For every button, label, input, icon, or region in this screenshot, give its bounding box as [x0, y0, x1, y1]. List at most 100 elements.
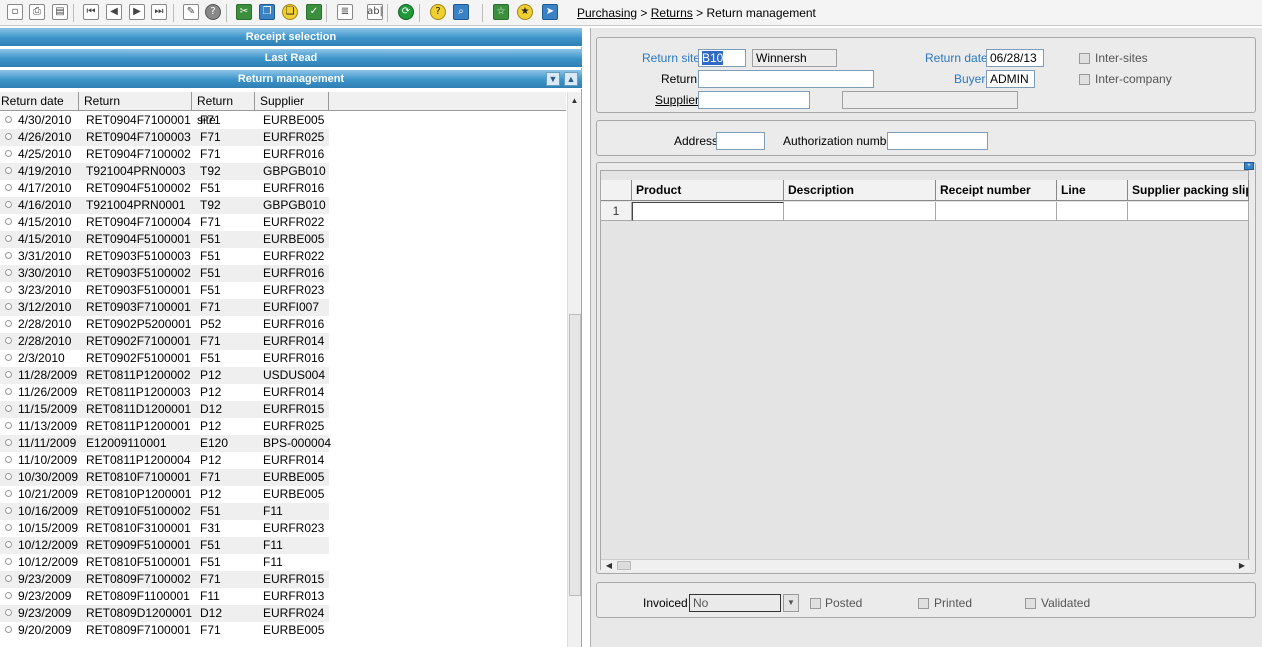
print-preview-icon-glyph: ▤ [52, 4, 68, 20]
supplier-field[interactable] [698, 91, 810, 109]
column-header-supplier[interactable]: Supplier [259, 92, 329, 111]
supplier-label[interactable]: Supplier [655, 93, 699, 107]
column-header-return[interactable]: Return [83, 92, 192, 111]
authorization-number-field[interactable] [887, 132, 988, 150]
first-record-icon[interactable]: ⏮ [81, 2, 101, 22]
collapse-down-icon[interactable]: ▼ [546, 72, 560, 86]
table-row[interactable]: 4/19/2010 T921004PRN0003 T92 GBPGB010 [0, 163, 329, 180]
table-row[interactable]: 4/16/2010 T921004PRN0001 T92 GBPGB010 [0, 197, 329, 214]
return-date-field[interactable]: 06/28/13 [986, 49, 1044, 67]
table-row[interactable]: 11/10/2009 RET0811P1200004 P12 EURFR014 [0, 452, 329, 469]
invoiced-select[interactable]: No [689, 594, 781, 612]
row-number-header [601, 180, 632, 201]
buyer-field[interactable]: ADMIN [986, 70, 1035, 88]
receipt-selection-bar[interactable]: Receipt selection [0, 28, 582, 47]
last-read-bar[interactable]: Last Read [0, 49, 582, 68]
scrollbar-thumb[interactable] [569, 314, 581, 596]
next-record-icon[interactable]: ▶ [127, 2, 147, 22]
column-header-description[interactable]: Description [784, 180, 936, 201]
scroll-left-icon[interactable]: ◀ [603, 560, 615, 571]
validated-checkbox[interactable] [1025, 598, 1036, 609]
detail-grid-scrollbar[interactable]: ◀ ▶ [601, 559, 1250, 571]
printed-checkbox[interactable] [918, 598, 929, 609]
print-icon[interactable]: ⎙ [27, 2, 47, 22]
column-header-receipt-number[interactable]: Receipt number [936, 180, 1057, 201]
inter-sites-checkbox[interactable] [1079, 53, 1090, 64]
table-row[interactable]: 2/3/2010 RET0902F5100001 F51 EURFR016 [0, 350, 329, 367]
table-row[interactable]: 10/15/2009 RET0810F3100001 F31 EURFR023 [0, 520, 329, 537]
list-icon[interactable]: ≣ [335, 2, 355, 22]
print-preview-icon[interactable]: ▤ [50, 2, 70, 22]
table-row[interactable]: 9/20/2009 RET0809F7100001 F71 EURBE005 [0, 622, 329, 639]
table-row[interactable]: 3/30/2010 RET0903F5100002 F51 EURFR016 [0, 265, 329, 282]
table-row[interactable]: 10/21/2009 RET0810P1200001 P12 EURBE005 [0, 486, 329, 503]
table-row[interactable]: 3/23/2010 RET0903F5100001 F51 EURFR023 [0, 282, 329, 299]
posted-checkbox[interactable] [810, 598, 821, 609]
table-row[interactable]: 11/28/2009 RET0811P1200002 P12 USDUS004 [0, 367, 329, 384]
table-row[interactable]: 11/15/2009 RET0811D1200001 D12 EURFR015 [0, 401, 329, 418]
breadcrumb-returns-link[interactable]: Returns [651, 6, 693, 20]
table-row[interactable]: 4/17/2010 RET0904F5100002 F51 EURFR016 [0, 180, 329, 197]
table-row[interactable]: 9/23/2009 RET0809F7100002 F71 EURFR015 [0, 571, 329, 588]
last-record-icon[interactable]: ⏭ [149, 2, 169, 22]
collapse-up-icon[interactable]: ▲ [564, 72, 578, 86]
table-row[interactable]: 4/26/2010 RET0904F7100003 F71 EURFR025 [0, 129, 329, 146]
inter-company-checkbox[interactable] [1079, 74, 1090, 85]
table-row[interactable]: 4/30/2010 RET0904F7100001 F71 EURBE005 [0, 112, 329, 129]
table-row[interactable]: 10/12/2009 RET0810F5100001 F51 F11 [0, 554, 329, 571]
description-cell[interactable] [784, 202, 936, 221]
copy-icon[interactable]: ❐ [257, 2, 277, 22]
column-header-return-site[interactable]: Return site [196, 92, 255, 127]
table-row[interactable]: 2/28/2010 RET0902P5200001 P52 EURFR016 [0, 316, 329, 333]
table-row[interactable]: 3/31/2010 RET0903F5100003 F51 EURFR022 [0, 248, 329, 265]
address-field[interactable] [716, 132, 765, 150]
expand-icon[interactable]: + [1244, 162, 1254, 170]
cut-icon[interactable]: ✂ [234, 2, 254, 22]
scroll-up-icon[interactable]: ▲ [568, 94, 581, 107]
search-icon[interactable]: ⌕ [451, 2, 471, 22]
column-header-return-date[interactable]: Return date [0, 92, 79, 111]
return-site-field[interactable]: B10 [698, 49, 746, 67]
return-list-scrollbar[interactable]: ▲ [567, 92, 581, 647]
refresh-icon[interactable]: ⟳ [396, 2, 416, 22]
paste-icon[interactable]: ❏ [280, 2, 300, 22]
table-row[interactable]: 4/15/2010 RET0904F7100004 F71 EURFR022 [0, 214, 329, 231]
scrollbar-thumb[interactable] [617, 561, 631, 570]
breadcrumb-purchasing-link[interactable]: Purchasing [577, 6, 637, 20]
table-row[interactable]: 3/12/2010 RET0903F7100001 F71 EURFI007 [0, 299, 329, 316]
table-row[interactable]: 10/12/2009 RET0909F5100001 F51 F11 [0, 537, 329, 554]
attachment-icon[interactable]: ✎ [181, 2, 201, 22]
table-row[interactable]: 10/16/2009 RET0910F5100002 F51 F11 [0, 503, 329, 520]
table-row[interactable]: 11/13/2009 RET0811P1200001 P12 EURFR025 [0, 418, 329, 435]
return-field[interactable] [698, 70, 874, 88]
product-cell[interactable] [632, 202, 784, 221]
table-row[interactable]: 10/30/2009 RET0810F7100001 F71 EURBE005 [0, 469, 329, 486]
favorite-outline-icon[interactable]: ☆ [491, 2, 511, 22]
table-row[interactable]: 11/11/2009 E12009110001 E120 BPS-000004 [0, 435, 331, 452]
validate-icon[interactable]: ✓ [304, 2, 324, 22]
table-row[interactable]: 9/23/2009 RET0809D1200001 D12 EURFR024 [0, 605, 329, 622]
table-row[interactable]: 9/23/2009 RET0809F1100001 F11 EURFR013 [0, 588, 329, 605]
text-field-icon[interactable]: ab| [365, 2, 385, 22]
help-icon[interactable]: ? [203, 2, 223, 22]
chevron-down-icon[interactable]: ▼ [783, 594, 799, 612]
scroll-right-icon[interactable]: ▶ [1236, 560, 1248, 571]
receipt-number-cell[interactable] [936, 202, 1057, 221]
table-row[interactable]: 4/25/2010 RET0904F7100002 F71 EURFR016 [0, 146, 329, 163]
table-row[interactable]: 11/26/2009 RET0811P1200003 P12 EURFR014 [0, 384, 329, 401]
supplier-packing-slip-cell[interactable] [1128, 202, 1249, 221]
line-cell[interactable] [1057, 202, 1128, 221]
direction-sign-icon[interactable]: ➤ [540, 2, 560, 22]
column-header-product[interactable]: Product [632, 180, 784, 201]
column-header-supplier-packing-slip[interactable]: Supplier packing slip [1128, 180, 1249, 201]
row-marker-icon [5, 405, 12, 412]
favorite-star-icon[interactable]: ★ [515, 2, 535, 22]
table-row[interactable]: 4/15/2010 RET0904F5100001 F51 EURBE005 [0, 231, 329, 248]
help-circle-icon[interactable]: ? [428, 2, 448, 22]
previous-record-icon[interactable]: ◀ [104, 2, 124, 22]
return-cell: RET0811D1200001 [86, 402, 192, 416]
return-management-bar[interactable]: Return management ▼ ▲ [0, 70, 582, 89]
table-row[interactable]: 2/28/2010 RET0902F7100001 F71 EURFR014 [0, 333, 329, 350]
column-header-line[interactable]: Line [1057, 180, 1128, 201]
new-icon[interactable]: ▫ [5, 2, 25, 22]
